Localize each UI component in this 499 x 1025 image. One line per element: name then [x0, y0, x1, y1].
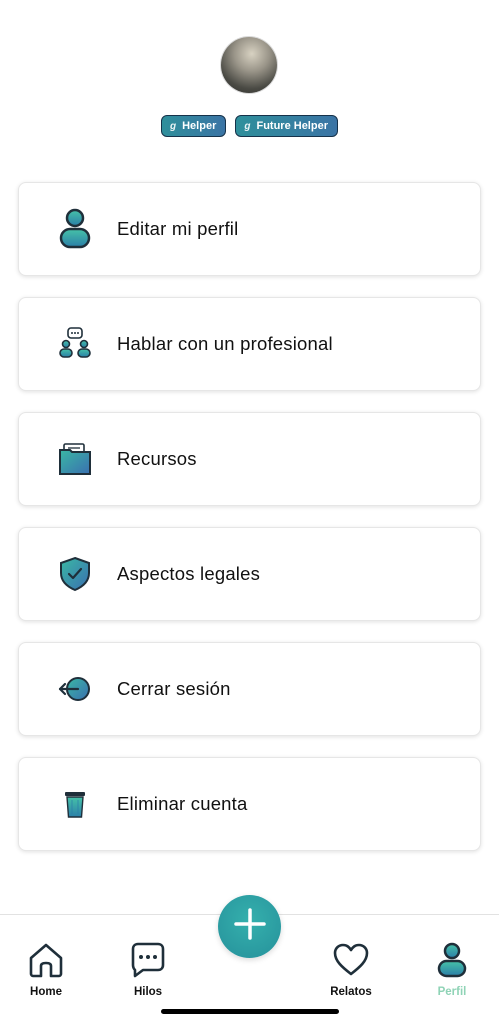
badge-future-helper: g Future Helper: [235, 115, 338, 137]
tab-label: Relatos: [330, 986, 372, 998]
folder-icon: [43, 442, 107, 476]
home-indicator: [161, 1009, 339, 1014]
tab-perfil[interactable]: Perfil: [412, 941, 492, 998]
g-letter-icon: g: [170, 120, 177, 132]
trash-icon: [43, 789, 107, 819]
menu-item-label: Editar mi perfil: [117, 218, 239, 239]
menu-item-cerrar-sesion[interactable]: Cerrar sesión: [18, 642, 481, 736]
badge-helper: g Helper: [161, 115, 227, 137]
tab-label: Hilos: [133, 986, 163, 998]
menu-item-editar-perfil[interactable]: Editar mi perfil: [18, 182, 481, 276]
badge-label: Helper: [182, 120, 217, 132]
logout-icon: [43, 674, 107, 704]
menu-item-label: Eliminar cuenta: [117, 793, 248, 814]
tab-relatos[interactable]: Relatos: [311, 941, 391, 998]
home-icon: [27, 941, 65, 984]
chat-bubble-icon: [129, 941, 167, 984]
g-letter-icon: g: [244, 120, 251, 132]
menu-item-recursos[interactable]: Recursos: [18, 412, 481, 506]
tab-label: Perfil: [437, 986, 467, 998]
plus-icon: [233, 908, 266, 945]
badge-row: g Helper g Future Helper: [0, 115, 499, 137]
tab-home[interactable]: Home: [6, 941, 86, 998]
profile-avatar[interactable]: [221, 37, 277, 93]
menu-item-label: Recursos: [117, 448, 197, 469]
menu-item-label: Cerrar sesión: [117, 678, 231, 699]
menu-item-aspectos-legales[interactable]: Aspectos legales: [18, 527, 481, 621]
user-icon: [43, 208, 107, 250]
profile-menu: Editar mi perfil Hablar con un profesion…: [18, 182, 481, 872]
professional-chat-icon: [43, 327, 107, 361]
shield-check-icon: [43, 556, 107, 592]
tab-label: Home: [30, 986, 62, 998]
user-icon: [433, 941, 471, 984]
menu-item-label: Aspectos legales: [117, 563, 261, 584]
tab-hilos[interactable]: Hilos: [108, 941, 188, 998]
badge-label: Future Helper: [256, 120, 328, 132]
heart-icon: [332, 941, 370, 984]
menu-item-label: Hablar con un profesional: [117, 333, 333, 354]
menu-item-eliminar-cuenta[interactable]: Eliminar cuenta: [18, 757, 481, 851]
menu-item-hablar-profesional[interactable]: Hablar con un profesional: [18, 297, 481, 391]
create-post-button[interactable]: [218, 895, 281, 958]
